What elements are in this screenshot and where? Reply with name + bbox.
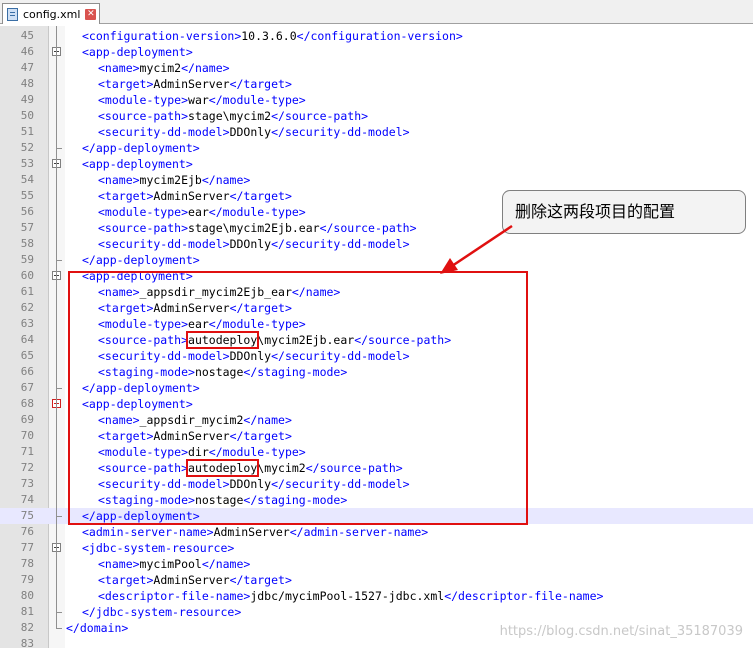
watermark: https://blog.csdn.net/sinat_35187039 (499, 624, 743, 639)
arrow-icon (440, 224, 513, 274)
